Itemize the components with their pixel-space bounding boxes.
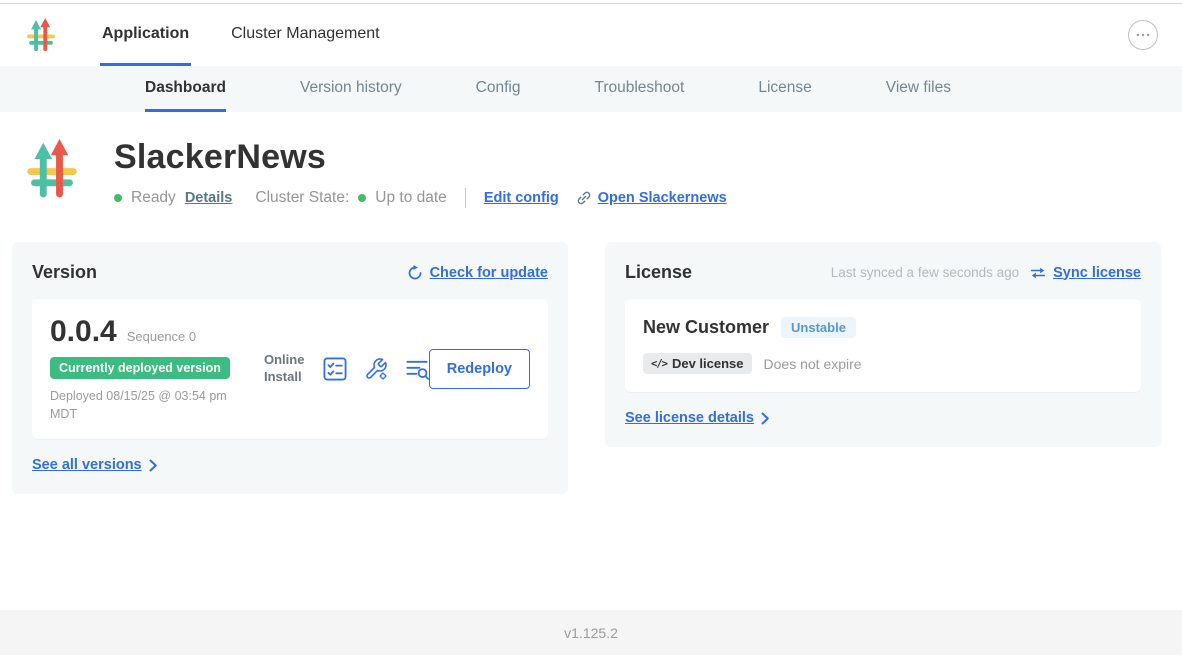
license-type-badge: </> Dev license — [643, 353, 752, 374]
subnav-view-files-label: View files — [886, 79, 951, 97]
console-version: v1.125.2 — [564, 625, 618, 641]
license-card: License Last synced a few seconds ago Sy… — [605, 242, 1161, 447]
chevron-right-icon — [149, 459, 157, 472]
subnav-troubleshoot-label: Troubleshoot — [594, 79, 684, 97]
app-status-text: Ready — [131, 189, 176, 207]
version-action-icons — [323, 357, 429, 381]
tab-application[interactable]: Application — [100, 4, 191, 66]
check-for-update-link[interactable]: Check for update — [407, 265, 548, 281]
app-subnav: Dashboard Version history Config Trouble… — [0, 66, 1182, 112]
tab-application-label: Application — [102, 25, 189, 43]
redeploy-button[interactable]: Redeploy — [429, 349, 530, 389]
subnav-config-label: Config — [476, 79, 521, 97]
details-link[interactable]: Details — [185, 190, 233, 206]
cluster-state-label: Cluster State: — [255, 189, 349, 207]
license-card-header: License Last synced a few seconds ago Sy… — [625, 262, 1141, 283]
license-type-label: Dev license — [672, 356, 744, 371]
slackernews-logo-svg — [24, 18, 58, 52]
top-header-bar: Application Cluster Management — [0, 4, 1182, 66]
deployed-status-badge: Currently deployed version — [50, 357, 230, 379]
view-logs-search-icon[interactable] — [405, 357, 429, 381]
tab-cluster-management[interactable]: Cluster Management — [229, 4, 382, 66]
app-summary-text: SlackerNews Ready Details Cluster State:… — [114, 138, 727, 208]
app-status-dot-icon — [114, 194, 122, 202]
customer-name: New Customer — [643, 317, 769, 338]
subnav-item-view-files[interactable]: View files — [886, 66, 951, 112]
primary-tabs: Application Cluster Management — [100, 4, 382, 66]
subnav-item-version-history[interactable]: Version history — [300, 66, 402, 112]
version-card-header: Version Check for update — [32, 262, 548, 283]
ellipsis-icon — [1136, 33, 1150, 37]
version-sequence: Sequence 0 — [127, 329, 196, 344]
see-all-versions-link[interactable]: See all versions — [32, 457, 157, 473]
chevron-right-icon — [761, 412, 769, 425]
tab-cluster-management-label: Cluster Management — [231, 25, 380, 43]
install-type-label: Online Install — [264, 352, 307, 386]
channel-badge: Unstable — [781, 317, 856, 338]
sync-arrows-icon — [1030, 266, 1046, 280]
license-panel: New Customer Unstable </> Dev license Do… — [625, 299, 1141, 392]
current-version-panel: 0.0.4 Sequence 0 Currently deployed vers… — [32, 299, 548, 439]
subnav-item-troubleshoot[interactable]: Troubleshoot — [594, 66, 684, 112]
edit-config-link[interactable]: Edit config — [484, 190, 559, 206]
last-synced-text: Last synced a few seconds ago — [831, 265, 1019, 280]
status-divider — [465, 188, 466, 208]
see-all-versions-label[interactable]: See all versions — [32, 457, 142, 473]
app-title: SlackerNews — [114, 138, 727, 177]
dashboard-main: SlackerNews Ready Details Cluster State:… — [0, 112, 1182, 494]
open-app-link-label[interactable]: Open Slackernews — [598, 190, 727, 206]
link-icon — [576, 190, 592, 206]
subnav-item-dashboard[interactable]: Dashboard — [145, 66, 226, 112]
version-card: Version Check for update 0.0.4 Sequ — [12, 242, 568, 494]
version-number: 0.0.4 — [50, 315, 117, 349]
app-summary: SlackerNews Ready Details Cluster State:… — [0, 112, 1182, 208]
cluster-state-value: Up to date — [375, 189, 447, 207]
subnav-version-history-label: Version history — [300, 79, 402, 97]
cluster-status-dot-icon — [358, 194, 366, 202]
subnav-item-license[interactable]: License — [758, 66, 811, 112]
slackernews-logo-icon — [24, 18, 58, 52]
preflight-checklist-icon[interactable] — [323, 357, 347, 381]
version-info: 0.0.4 Sequence 0 Currently deployed vers… — [50, 315, 262, 423]
license-customer-row: New Customer Unstable — [643, 317, 1123, 338]
sync-license-link[interactable]: Sync license — [1053, 265, 1141, 281]
license-card-header-right: Last synced a few seconds ago Sync licen… — [831, 265, 1141, 281]
dashboard-cards: Version Check for update 0.0.4 Sequ — [0, 242, 1182, 494]
check-for-update-label[interactable]: Check for update — [430, 265, 548, 281]
slackernews-app-icon — [22, 138, 82, 200]
version-number-row: 0.0.4 Sequence 0 — [50, 315, 262, 349]
slackernews-app-icon-svg — [22, 138, 82, 200]
wrench-gear-icon[interactable] — [364, 357, 388, 381]
deployed-timestamp: Deployed 08/15/25 @ 03:54 pm MDT — [50, 388, 238, 423]
console-footer: v1.125.2 — [0, 610, 1182, 655]
see-license-details-link[interactable]: See license details — [625, 410, 769, 426]
license-type-row: </> Dev license Does not expire — [643, 353, 1123, 374]
subnav-license-label: License — [758, 79, 811, 97]
version-card-title: Version — [32, 262, 97, 283]
more-menu-button[interactable] — [1128, 20, 1158, 50]
refresh-icon — [407, 265, 423, 281]
license-expiration: Does not expire — [764, 356, 862, 372]
open-app-link[interactable]: Open Slackernews — [576, 190, 727, 206]
see-license-details-label[interactable]: See license details — [625, 410, 754, 426]
code-brackets-icon: </> — [651, 358, 667, 370]
license-card-title: License — [625, 262, 692, 283]
app-status-row: Ready Details Cluster State: Up to date … — [114, 188, 727, 208]
subnav-item-config[interactable]: Config — [476, 66, 521, 112]
subnav-dashboard-label: Dashboard — [145, 79, 226, 97]
